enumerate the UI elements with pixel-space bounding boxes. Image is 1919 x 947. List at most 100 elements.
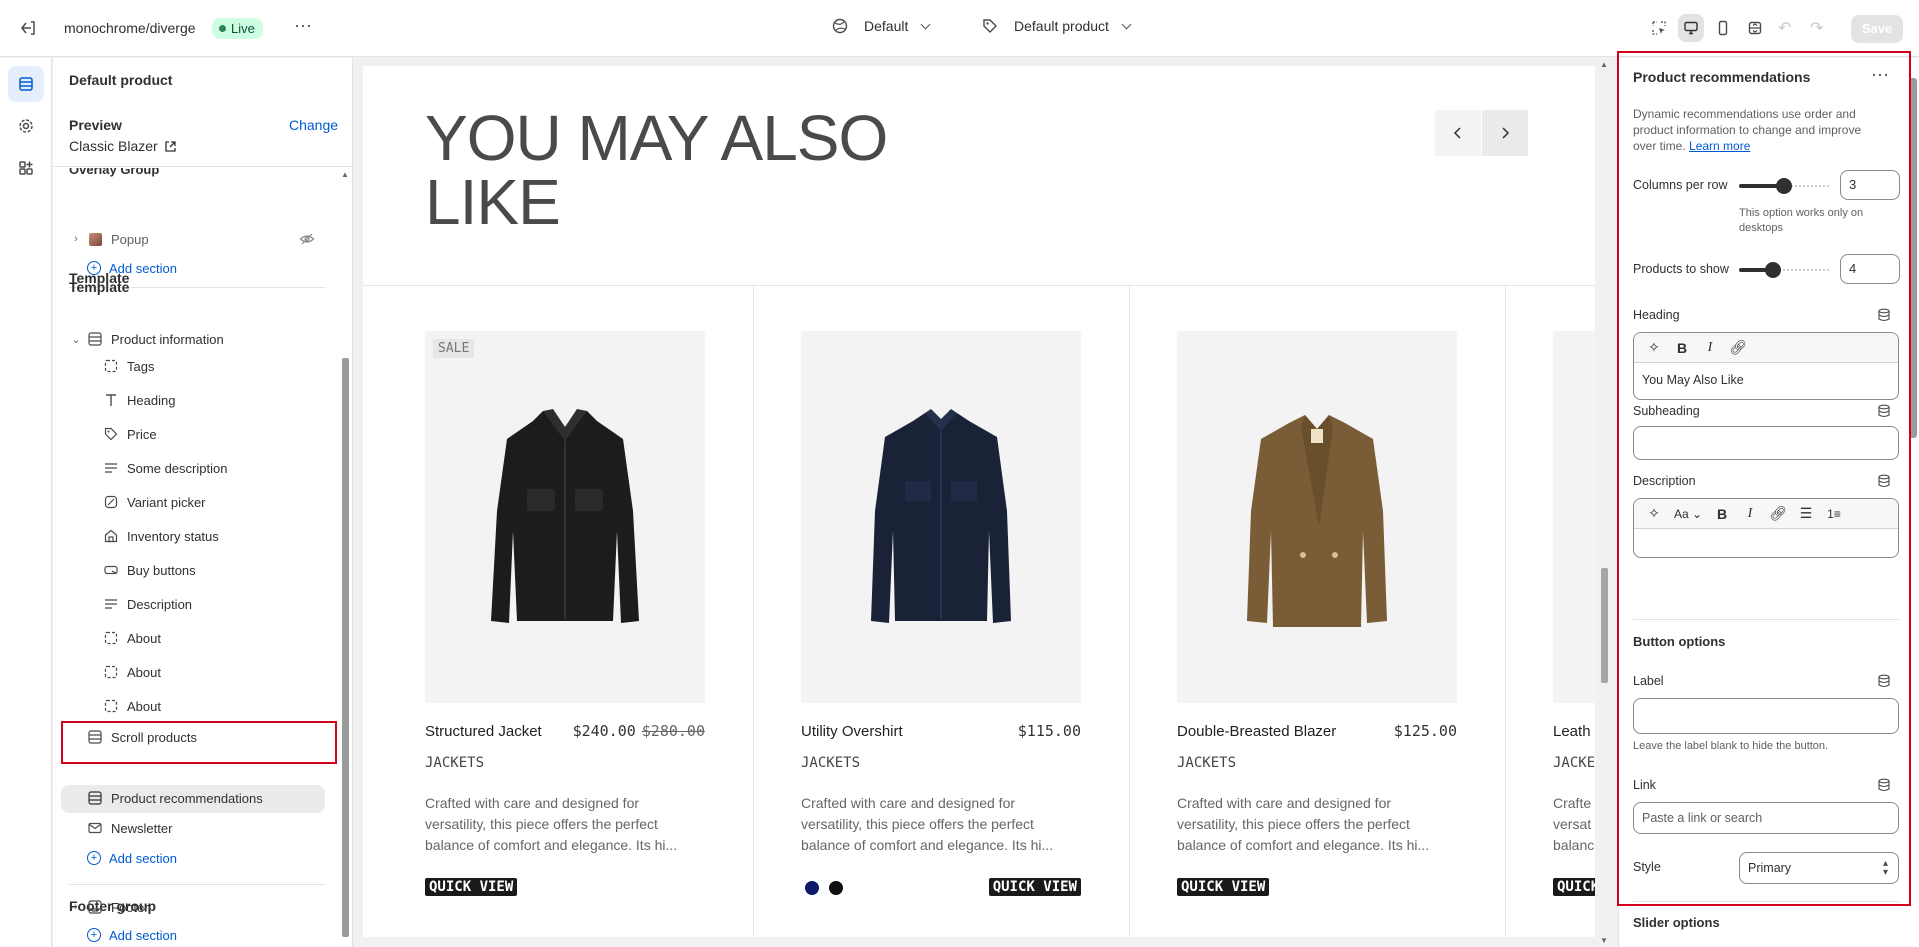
bullet-list-icon[interactable]: ☰: [1792, 502, 1820, 526]
product-name[interactable]: Leath: [1553, 723, 1591, 740]
undo-icon[interactable]: ↶: [1778, 18, 1791, 38]
exit-icon[interactable]: [18, 18, 38, 38]
section-popup[interactable]: › Popup: [69, 226, 339, 252]
block-about-3[interactable]: About: [103, 693, 339, 719]
product-image[interactable]: [1553, 331, 1595, 703]
columns-slider[interactable]: [1739, 178, 1829, 194]
text-size-icon[interactable]: Aa ⌄: [1668, 502, 1708, 526]
chevron-right-icon[interactable]: ›: [69, 233, 83, 245]
more-actions-icon[interactable]: ···: [290, 16, 316, 40]
product-image[interactable]: SALE: [425, 331, 705, 703]
product-name[interactable]: Structured Jacket: [425, 723, 542, 740]
numbered-list-icon[interactable]: 1≡: [1820, 502, 1848, 526]
chevron-down-icon[interactable]: ⌄: [69, 333, 83, 346]
change-link[interactable]: Change: [289, 117, 338, 133]
style-select[interactable]: Primary ▴ ▾: [1739, 852, 1899, 884]
dynamic-source-icon[interactable]: [1877, 308, 1891, 325]
product-card[interactable]: Double-Breasted Blazer $125.00 JACKETS C…: [1177, 331, 1457, 896]
button-label-input[interactable]: [1633, 698, 1899, 734]
scrollbar-thumb[interactable]: [1909, 78, 1917, 438]
more-actions-icon[interactable]: ···: [1871, 64, 1889, 85]
redo-icon[interactable]: ↷: [1810, 18, 1823, 38]
product-card[interactable]: Leath JACKE Crafte versat balanc QUICK: [1553, 331, 1595, 931]
dynamic-source-icon[interactable]: [1877, 474, 1891, 491]
block-some-description[interactable]: Some description: [103, 455, 339, 481]
section-newsletter[interactable]: Newsletter: [87, 815, 339, 841]
sidebar-scrollbar[interactable]: ▲: [339, 168, 351, 947]
block-heading[interactable]: Heading: [103, 387, 339, 413]
columns-input[interactable]: 3: [1840, 170, 1900, 200]
bold-icon[interactable]: B: [1708, 502, 1736, 526]
hidden-eye-icon[interactable]: [299, 231, 315, 250]
description-input[interactable]: [1634, 529, 1898, 557]
slider-knob[interactable]: [1776, 178, 1792, 194]
gear-icon[interactable]: [8, 108, 44, 144]
dynamic-source-icon[interactable]: [1877, 778, 1891, 795]
products-slider[interactable]: [1739, 262, 1829, 278]
heading-editor[interactable]: ✧ B I 🔗︎ You May Also Like: [1633, 332, 1899, 400]
product-card[interactable]: Utility Overshirt $115.00 JACKETS Crafte…: [801, 331, 1081, 896]
slider-knob[interactable]: [1764, 262, 1781, 278]
settings-panel: Product recommendations ··· Dynamic reco…: [1618, 58, 1919, 947]
quick-view-button[interactable]: QUICK: [1553, 878, 1595, 896]
inspector-icon[interactable]: [1646, 14, 1672, 42]
apps-icon[interactable]: [8, 150, 44, 186]
section-product-information[interactable]: ⌄ Product information: [69, 326, 339, 352]
fullscreen-icon[interactable]: [1742, 14, 1768, 42]
learn-more-link[interactable]: Learn more: [1689, 139, 1750, 153]
scrollbar-thumb[interactable]: [342, 358, 349, 937]
description-editor[interactable]: ✧ Aa ⌄ B I 🔗︎ ☰ 1≡: [1633, 498, 1899, 558]
product-image[interactable]: [801, 331, 1081, 703]
template-selector[interactable]: Default product: [982, 18, 1132, 34]
section-product-recommendations[interactable]: Product recommendations: [87, 785, 339, 811]
quick-view-button[interactable]: QUICK VIEW: [425, 878, 518, 896]
product-name[interactable]: Double-Breasted Blazer: [1177, 723, 1336, 740]
block-buy-buttons[interactable]: Buy buttons: [103, 557, 339, 583]
save-button[interactable]: Save: [1851, 15, 1903, 43]
sections-icon[interactable]: [8, 66, 44, 102]
heading-input[interactable]: You May Also Like: [1634, 363, 1898, 399]
subheading-input[interactable]: [1633, 426, 1899, 460]
block-description[interactable]: Description: [103, 591, 339, 617]
products-input[interactable]: 4: [1840, 254, 1900, 284]
block-price[interactable]: Price: [103, 421, 339, 447]
add-section-template[interactable]: + Add section: [87, 845, 339, 871]
heading-toolbar: ✧ B I 🔗︎: [1634, 333, 1898, 363]
section-footer[interactable]: › Footer: [69, 894, 269, 920]
chevron-right-icon[interactable]: ›: [69, 901, 83, 913]
slider-prev-button[interactable]: [1435, 110, 1481, 156]
block-about-2[interactable]: About: [103, 659, 339, 685]
ai-sparkle-icon[interactable]: ✧: [1640, 502, 1668, 526]
product-card[interactable]: SALE Structured Jacket $240.00 $280.00 JA…: [425, 331, 705, 896]
italic-icon[interactable]: I: [1736, 502, 1764, 526]
block-tags[interactable]: Tags: [103, 353, 339, 379]
scrollbar-thumb[interactable]: [1601, 568, 1608, 683]
bold-icon[interactable]: B: [1668, 336, 1696, 360]
recommendations-heading[interactable]: YOU MAY ALSO LIKE: [425, 106, 925, 234]
color-swatch-black[interactable]: [829, 881, 843, 895]
slider-next-button[interactable]: [1482, 110, 1528, 156]
link-icon[interactable]: 🔗︎: [1764, 502, 1792, 526]
add-section-footer[interactable]: + Add section: [87, 922, 339, 947]
quick-view-button[interactable]: QUICK VIEW: [1177, 878, 1270, 896]
block-about-1[interactable]: About: [103, 625, 339, 651]
block-variant-picker[interactable]: Variant picker: [103, 489, 339, 515]
ai-sparkle-icon[interactable]: ✧: [1640, 336, 1668, 360]
button-link-input[interactable]: Paste a link or search: [1633, 802, 1899, 834]
section-scroll-products[interactable]: Scroll products: [87, 724, 339, 750]
color-swatch-navy[interactable]: [805, 881, 819, 895]
italic-icon[interactable]: I: [1696, 336, 1724, 360]
desktop-view-icon[interactable]: [1678, 14, 1704, 42]
preview-scrollbar[interactable]: ▲ ▼: [1598, 58, 1610, 947]
link-icon[interactable]: 🔗︎: [1724, 336, 1752, 360]
mobile-view-icon[interactable]: [1710, 14, 1736, 42]
quick-view-button[interactable]: QUICK VIEW: [988, 878, 1081, 896]
dynamic-source-icon[interactable]: [1877, 674, 1891, 691]
product-image[interactable]: [1177, 331, 1457, 703]
settings-scrollbar[interactable]: [1907, 58, 1919, 947]
block-inventory-status[interactable]: Inventory status: [103, 523, 339, 549]
dynamic-source-icon[interactable]: [1877, 404, 1891, 421]
preview-product[interactable]: Classic Blazer: [69, 138, 177, 154]
theme-selector[interactable]: Default: [832, 18, 931, 34]
product-name[interactable]: Utility Overshirt: [801, 723, 903, 740]
